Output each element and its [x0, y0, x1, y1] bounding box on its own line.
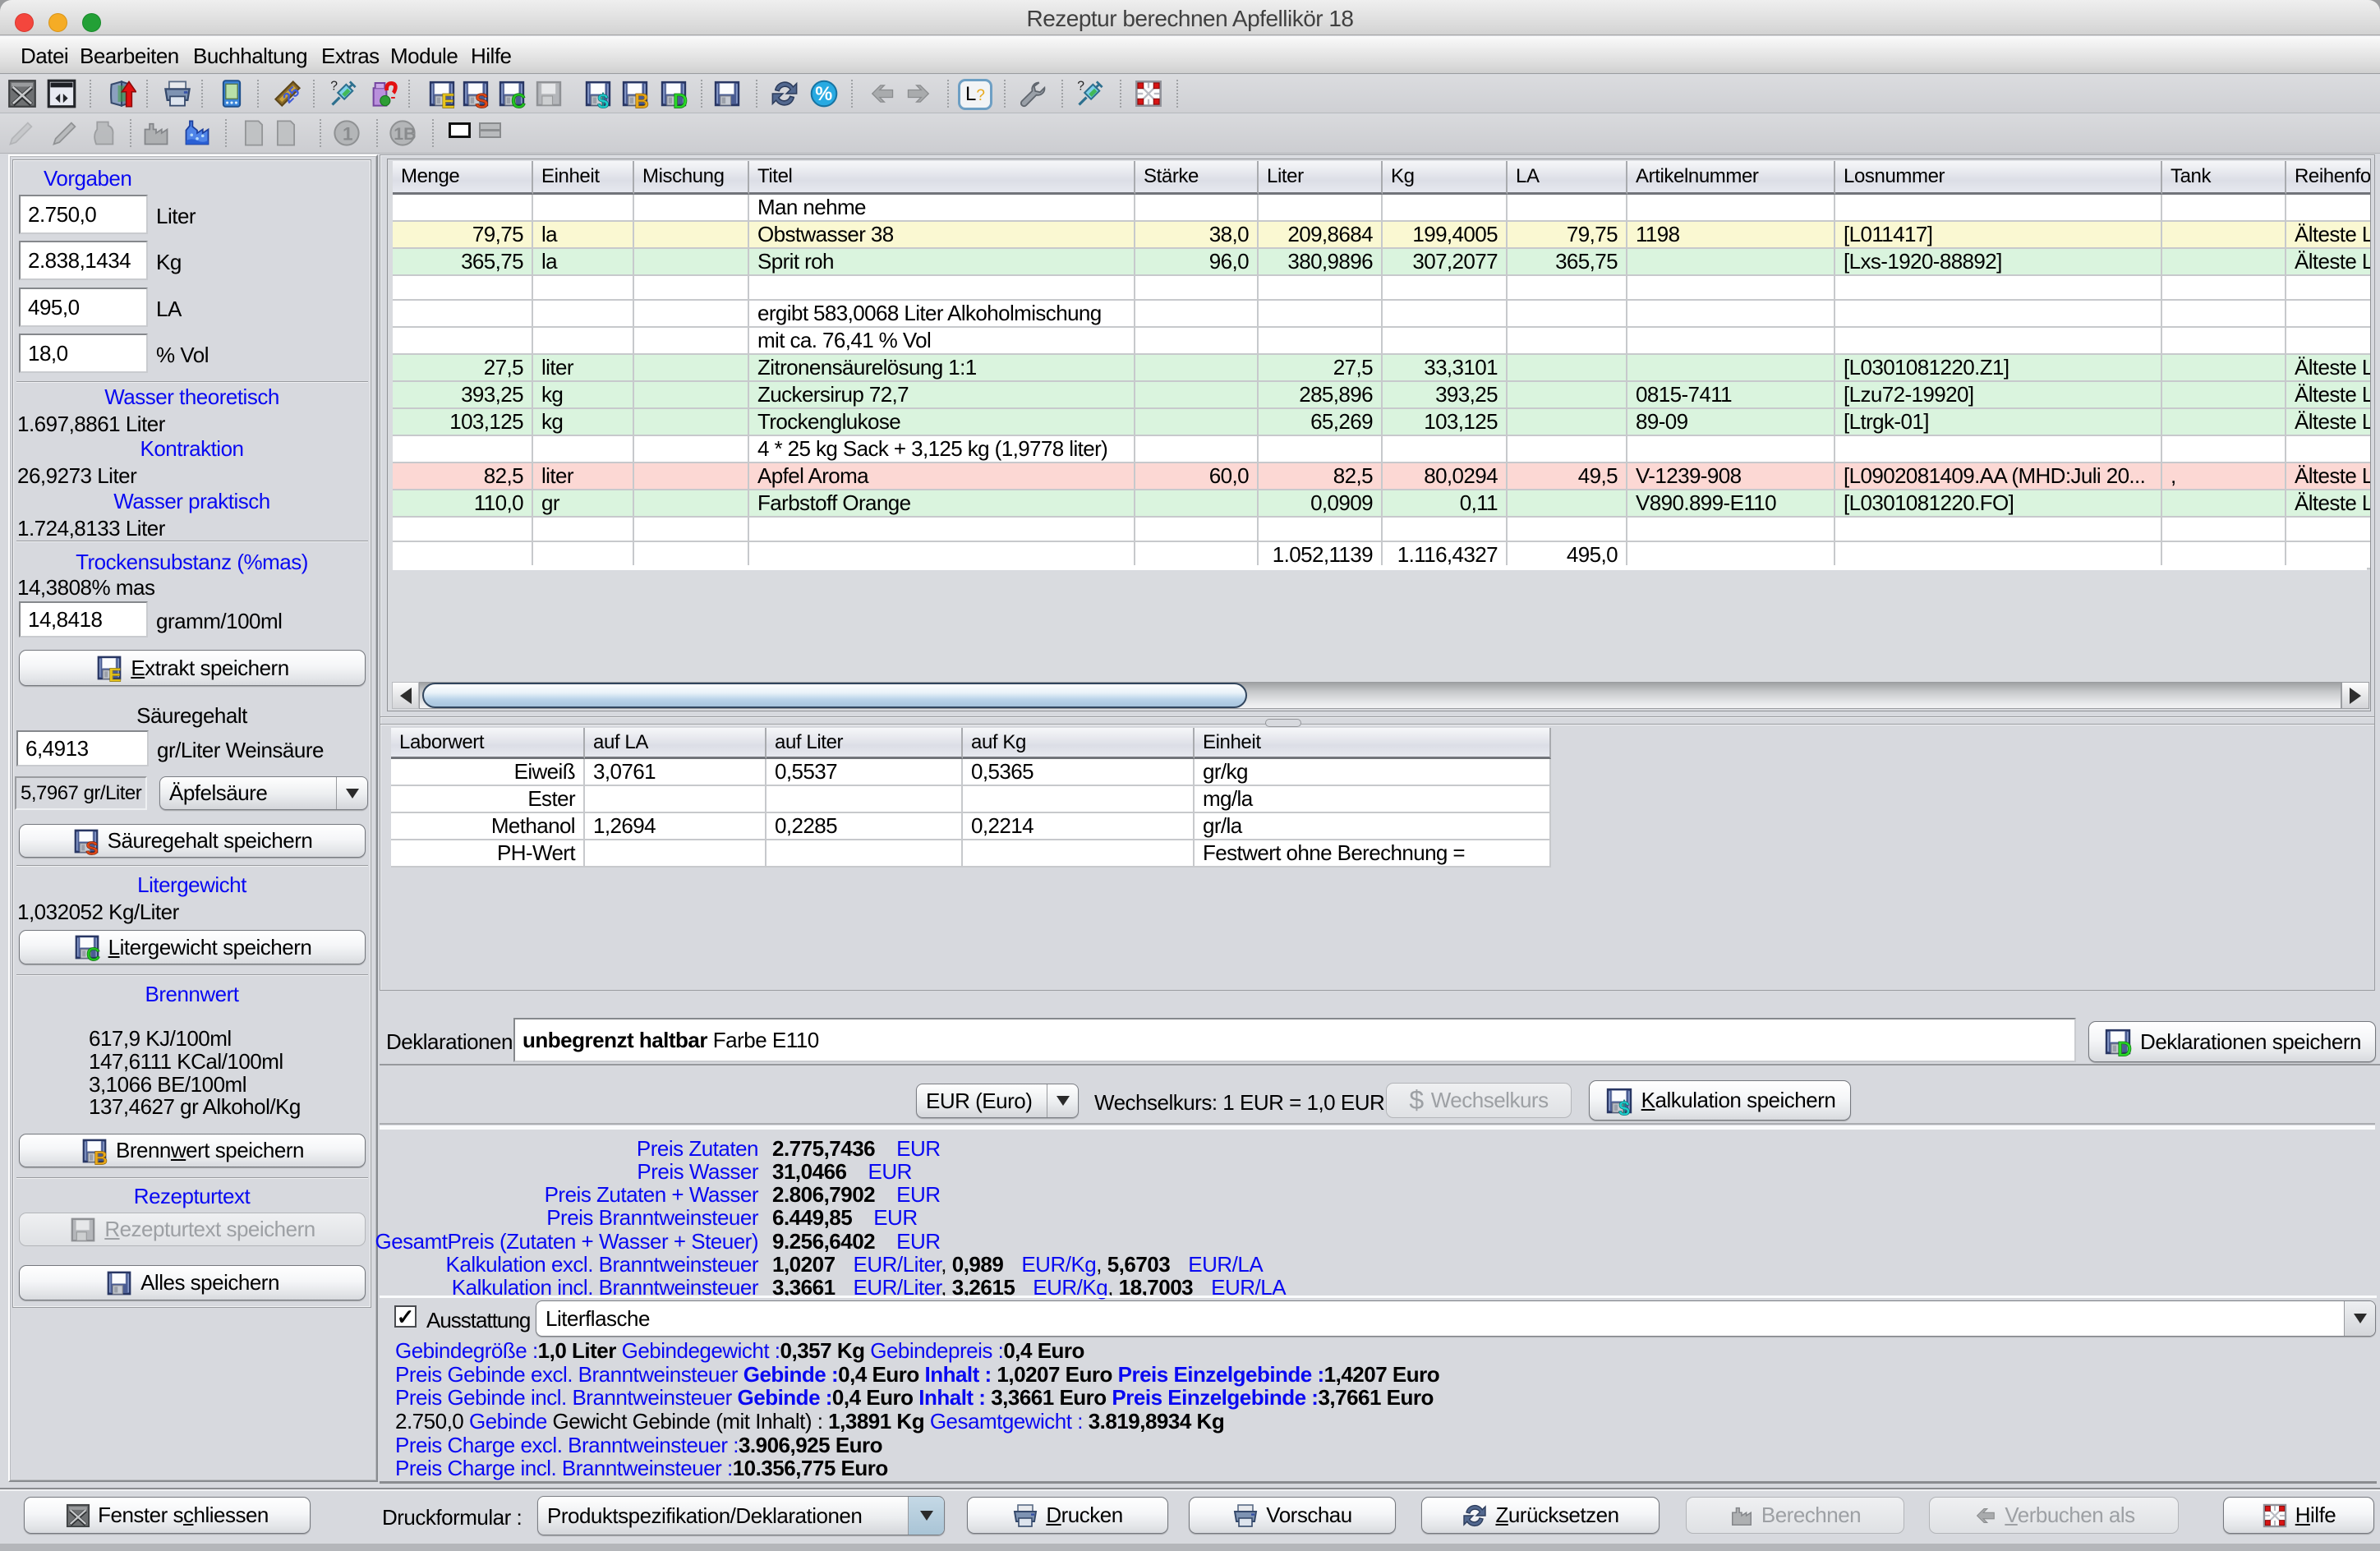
svg-text:C: C [86, 944, 100, 961]
svg-text:E: E [441, 91, 455, 108]
svg-text:C: C [511, 91, 526, 108]
svg-text:B: B [94, 1147, 107, 1164]
svg-text:S: S [475, 91, 489, 108]
svg-text:D: D [2117, 1039, 2131, 1056]
svg-text:E: E [108, 665, 121, 682]
svg-text:D: D [673, 91, 688, 108]
svg-text:$: $ [1618, 1098, 1630, 1115]
svg-text:S: S [85, 837, 98, 854]
svg-text:B: B [634, 91, 649, 108]
svg-text:$: $ [597, 91, 609, 108]
